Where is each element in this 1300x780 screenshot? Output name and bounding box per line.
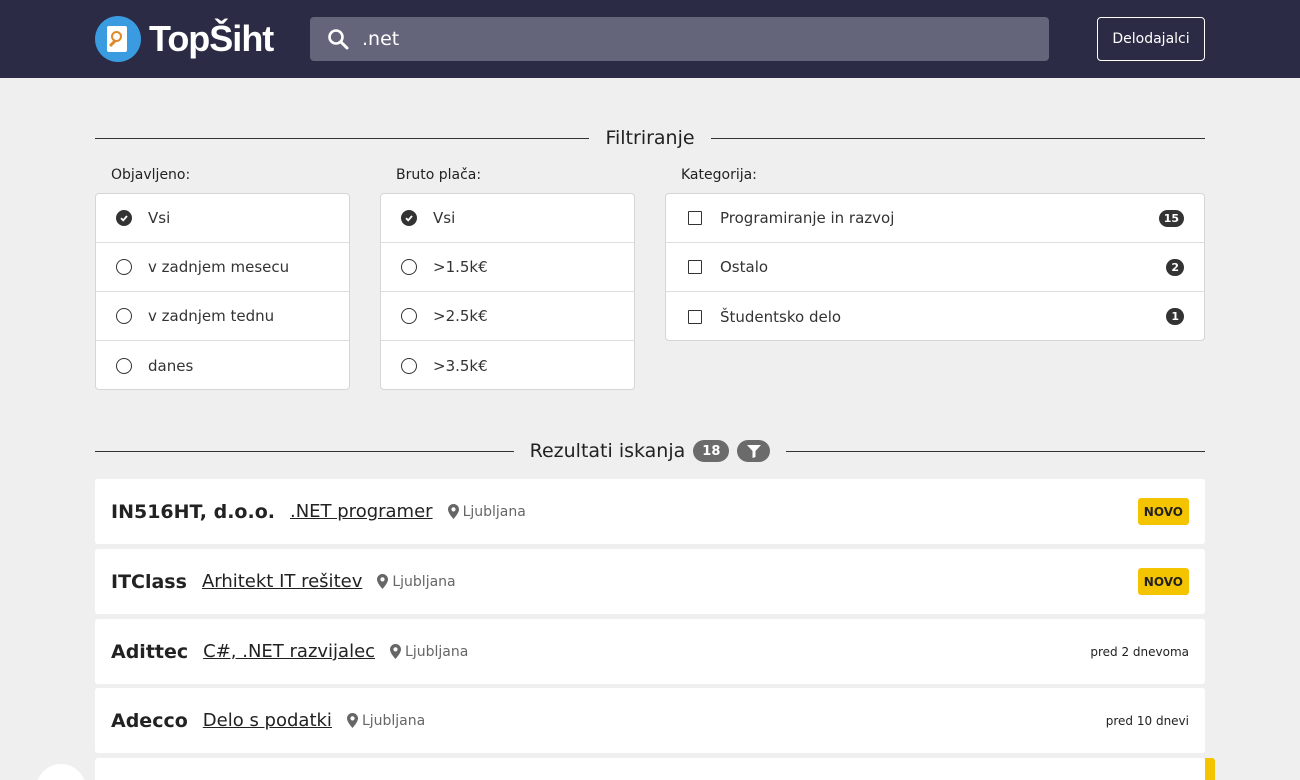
- radio-icon: [401, 357, 417, 374]
- top-navbar: TopŠiht Delodajalci: [0, 0, 1300, 78]
- results-title: Rezultati iskanja: [529, 440, 686, 462]
- salary-label: Bruto plača:: [396, 167, 482, 183]
- option-label: Vsi: [148, 209, 171, 227]
- salary-option-1-5k[interactable]: >1.5k€: [381, 243, 634, 292]
- location: Ljubljana: [447, 503, 526, 520]
- published-option-month[interactable]: v zadnjem mesecu: [96, 243, 349, 292]
- option-label: >2.5k€: [433, 307, 488, 325]
- company-name: IN516HT, d.o.o.: [111, 500, 275, 523]
- location: Ljubljana: [390, 644, 468, 660]
- category-item-programming[interactable]: Programiranje in razvoj 15: [666, 194, 1204, 243]
- logo-text: TopŠiht: [149, 18, 274, 59]
- search-input[interactable]: [362, 28, 1012, 50]
- job-title-link[interactable]: Delo s podatki: [203, 710, 332, 731]
- job-title-link[interactable]: Arhitekt IT rešitev: [202, 571, 362, 592]
- posted-time: pred 10 dnevi: [1105, 713, 1189, 728]
- search-bar[interactable]: [310, 17, 1049, 61]
- category-filter-list: Programiranje in razvoj 15 Ostalo 2 Štud…: [665, 193, 1205, 341]
- search-icon: [328, 29, 349, 50]
- salary-option-3-5k[interactable]: >3.5k€: [381, 341, 634, 390]
- category-label: Ostalo: [720, 258, 769, 276]
- radio-icon: [401, 259, 417, 275]
- logo-icon: [95, 16, 141, 62]
- result-card[interactable]: Adecco Delo s podatki Ljubljana pred 10 …: [95, 688, 1205, 753]
- results-count-badge: 18: [693, 440, 730, 462]
- checkbox-icon[interactable]: [688, 260, 702, 274]
- map-pin-icon: [447, 504, 459, 519]
- published-option-week[interactable]: v zadnjem tednu: [96, 292, 349, 341]
- option-label: v zadnjem mesecu: [148, 258, 290, 276]
- map-pin-icon: [377, 574, 389, 589]
- option-label: danes: [148, 356, 194, 375]
- location-text: Ljubljana: [392, 573, 456, 590]
- category-count-badge: 2: [1166, 258, 1184, 276]
- map-pin-icon: [390, 644, 402, 659]
- salary-option-all[interactable]: Vsi: [381, 194, 634, 243]
- option-label: >3.5k€: [433, 356, 488, 375]
- location: Ljubljana: [346, 712, 426, 729]
- check-circle-icon: [116, 210, 132, 226]
- filter-title: Filtriranje: [605, 127, 695, 149]
- option-label: Vsi: [433, 209, 456, 227]
- results-section-header: Rezultati iskanja 18: [95, 436, 1205, 466]
- radio-icon: [116, 357, 132, 374]
- employers-button[interactable]: Delodajalci: [1097, 17, 1205, 61]
- location-text: Ljubljana: [462, 503, 526, 520]
- radio-icon: [116, 308, 132, 324]
- salary-filter-list: Vsi >1.5k€ >2.5k€ >3.5k€: [380, 193, 635, 390]
- job-title-link[interactable]: C#, .NET razvijalec: [203, 641, 375, 662]
- category-label: Študentsko delo: [720, 307, 842, 326]
- company-name: Adittec: [111, 640, 189, 663]
- category-count-badge: 15: [1158, 209, 1184, 227]
- published-label: Objavljeno:: [111, 167, 191, 183]
- radio-icon: [116, 259, 132, 275]
- company-name: ITClass: [111, 570, 187, 593]
- new-badge: NOVO: [1137, 568, 1189, 595]
- posted-time: pred 2 dnevoma: [1090, 644, 1189, 659]
- new-accent-marker: [1205, 758, 1215, 780]
- filter-toggle-button[interactable]: [737, 440, 771, 462]
- new-badge: NOVO: [1137, 498, 1189, 525]
- job-title-link[interactable]: .NET programer: [290, 501, 433, 522]
- logo[interactable]: TopŠiht: [95, 16, 274, 62]
- option-label: >1.5k€: [433, 258, 488, 276]
- result-card[interactable]: ITClass Arhitekt IT rešitev Ljubljana NO…: [95, 549, 1205, 614]
- category-item-student[interactable]: Študentsko delo 1: [666, 292, 1204, 341]
- floating-action-button[interactable]: [36, 764, 86, 780]
- category-label: Kategorija:: [681, 167, 757, 183]
- filter-section-header: Filtriranje: [95, 123, 1206, 153]
- category-count-badge: 1: [1166, 308, 1184, 325]
- location: Ljubljana: [377, 573, 456, 590]
- salary-option-2-5k[interactable]: >2.5k€: [381, 292, 634, 341]
- check-circle-icon: [401, 210, 417, 226]
- result-card-partial[interactable]: [95, 758, 1205, 780]
- checkbox-icon[interactable]: [688, 211, 702, 225]
- published-filter-list: Vsi v zadnjem mesecu v zadnjem tednu dan…: [95, 193, 350, 390]
- location-text: Ljubljana: [405, 643, 469, 660]
- company-name: Adecco: [111, 709, 188, 732]
- radio-icon: [401, 308, 417, 324]
- result-card[interactable]: Adittec C#, .NET razvijalec Ljubljana pr…: [95, 619, 1205, 684]
- filter-icon: [746, 444, 761, 458]
- published-option-all[interactable]: Vsi: [96, 194, 349, 243]
- map-pin-icon: [346, 713, 358, 728]
- category-item-other[interactable]: Ostalo 2: [666, 243, 1204, 292]
- result-card[interactable]: IN516HT, d.o.o. .NET programer Ljubljana…: [95, 479, 1205, 544]
- location-text: Ljubljana: [361, 712, 426, 729]
- category-label: Programiranje in razvoj: [720, 209, 895, 227]
- checkbox-icon[interactable]: [688, 309, 702, 324]
- option-label: v zadnjem tednu: [148, 307, 275, 325]
- published-option-today[interactable]: danes: [96, 341, 349, 390]
